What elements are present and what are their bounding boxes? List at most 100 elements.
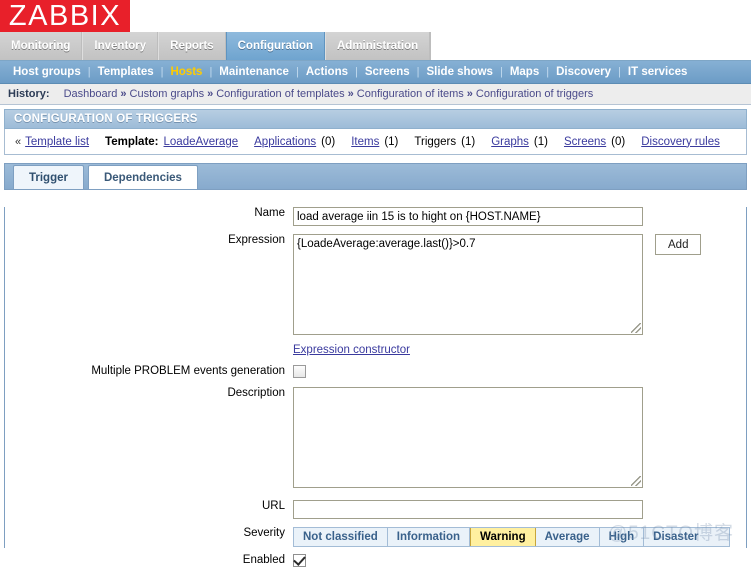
breadcrumb-separator: » — [120, 88, 127, 100]
template-label: Template: — [105, 135, 159, 148]
add-expression-button[interactable]: Add — [655, 234, 702, 255]
menu-item-label: Reports — [170, 40, 214, 52]
severity-option-warning[interactable]: Warning — [470, 528, 536, 546]
severity-option-not-classified[interactable]: Not classified — [294, 528, 388, 546]
main-menu: Monitoring Inventory Reports Configurati… — [0, 32, 751, 61]
breadcrumb-custom-graphs[interactable]: Custom graphs — [130, 88, 205, 100]
severity-option-disaster[interactable]: Disaster — [644, 528, 708, 546]
submenu-item-actions[interactable]: Actions — [300, 66, 354, 78]
back-arrow-icon: « — [15, 135, 22, 148]
submenu-item-host-groups[interactable]: Host groups — [7, 66, 87, 78]
description-textarea[interactable] — [293, 387, 643, 488]
object-count-applications: (0) — [321, 135, 336, 148]
history-label: History: — [8, 88, 50, 100]
severity-label-text: Not classified — [303, 531, 378, 543]
breadcrumb-configuration-of-triggers[interactable]: Configuration of triggers — [476, 88, 593, 100]
submenu-item-slide-shows[interactable]: Slide shows — [420, 66, 498, 78]
logo-bar: ZABBIX — [0, 0, 751, 32]
object-count-items: (1) — [384, 135, 399, 148]
severity-label-text: Warning — [480, 531, 526, 543]
submenu-item-discovery[interactable]: Discovery — [550, 66, 617, 78]
menu-item-administration[interactable]: Administration — [325, 32, 431, 60]
history-breadcrumb: History: Dashboard » Custom graphs » Con… — [0, 84, 751, 105]
form-row-url: URL — [5, 500, 746, 519]
breadcrumb-dashboard[interactable]: Dashboard — [64, 88, 118, 100]
submenu-item-hosts[interactable]: Hosts — [164, 66, 208, 78]
menu-item-reports[interactable]: Reports — [158, 32, 226, 60]
url-field-wrap — [293, 500, 746, 519]
breadcrumb-configuration-of-items[interactable]: Configuration of items — [357, 88, 464, 100]
url-input[interactable] — [293, 500, 643, 519]
breadcrumb-configuration-of-templates[interactable]: Configuration of templates — [216, 88, 344, 100]
url-label: URL — [261, 500, 285, 512]
tab-label: Dependencies — [103, 171, 182, 184]
severity-label-text: Disaster — [653, 531, 699, 543]
form-row-expression-constructor: Expression constructor — [5, 344, 746, 356]
name-label: Name — [254, 207, 285, 219]
template-name-link[interactable]: LoadeAverage — [164, 136, 239, 148]
severity-label: Severity — [243, 527, 285, 539]
form-row-expression: Expression {LoadeAverage:average.last()}… — [5, 234, 746, 338]
tab-label: Trigger — [29, 171, 68, 184]
severity-label-text: Information — [396, 531, 461, 543]
multiple-problem-checkbox[interactable] — [293, 365, 306, 378]
severity-field-wrap: Not classified Information Warning Avera… — [293, 527, 746, 547]
submenu-item-it-services[interactable]: IT services — [622, 66, 693, 78]
name-input[interactable] — [293, 207, 643, 226]
object-link-applications[interactable]: Applications — [254, 136, 316, 148]
submenu-item-templates[interactable]: Templates — [92, 66, 160, 78]
expression-field-wrap: {LoadeAverage:average.last()}>0.7 Add — [293, 234, 746, 338]
severity-option-information[interactable]: Information — [387, 528, 471, 546]
breadcrumb-separator: » — [207, 88, 214, 100]
tab-strip: Trigger Dependencies — [4, 163, 747, 190]
object-link-triggers-current: Triggers — [414, 135, 457, 148]
menu-item-label: Monitoring — [11, 40, 71, 52]
object-count-triggers: (1) — [461, 135, 476, 148]
submenu-item-screens[interactable]: Screens — [359, 66, 416, 78]
object-count-graphs: (1) — [533, 135, 548, 148]
multiple-problem-label: Multiple PROBLEM events generation — [91, 365, 285, 377]
description-label: Description — [227, 387, 285, 399]
submenu-item-maps[interactable]: Maps — [504, 66, 545, 78]
severity-label-text: Average — [544, 531, 590, 543]
object-count-screens: (0) — [611, 135, 626, 148]
zabbix-logo[interactable]: ZABBIX — [0, 0, 130, 32]
template-list-link[interactable]: Template list — [25, 136, 89, 148]
menu-item-configuration[interactable]: Configuration — [225, 32, 325, 60]
sub-menu: Host groups | Templates | Hosts | Mainte… — [0, 61, 751, 84]
expression-constructor-wrap: Expression constructor — [293, 344, 746, 356]
enabled-field-wrap — [293, 554, 746, 567]
expression-constructor-link[interactable]: Expression constructor — [293, 344, 410, 356]
menu-item-monitoring[interactable]: Monitoring — [0, 32, 83, 60]
description-field-wrap — [293, 387, 746, 491]
enabled-checkbox[interactable] — [293, 554, 306, 567]
object-nav: « Template list Template: LoadeAverage A… — [4, 129, 747, 155]
menu-filler — [430, 32, 751, 60]
multiple-problem-field-wrap — [293, 365, 746, 378]
form-row-multiple-problem: Multiple PROBLEM events generation — [5, 365, 746, 378]
expression-textarea[interactable]: {LoadeAverage:average.last()}>0.7 — [293, 234, 643, 335]
severity-option-average[interactable]: Average — [535, 528, 600, 546]
menu-item-inventory[interactable]: Inventory — [82, 32, 159, 60]
logo-text: ZABBIX — [8, 0, 122, 32]
tab-dependencies[interactable]: Dependencies — [87, 165, 198, 189]
form-row-description: Description — [5, 387, 746, 491]
submenu-item-maintenance[interactable]: Maintenance — [213, 66, 295, 78]
breadcrumb-separator: » — [347, 88, 354, 100]
object-link-screens[interactable]: Screens — [564, 136, 606, 148]
severity-button-group: Not classified Information Warning Avera… — [293, 527, 730, 547]
object-link-discovery-rules[interactable]: Discovery rules — [641, 136, 720, 148]
trigger-form: Name Expression {LoadeAverage:average.la… — [4, 207, 747, 567]
enabled-label: Enabled — [242, 554, 285, 566]
object-link-items[interactable]: Items — [351, 136, 379, 148]
tab-trigger[interactable]: Trigger — [13, 165, 84, 189]
expression-label: Expression — [228, 234, 285, 246]
breadcrumb-separator: » — [466, 88, 473, 100]
form-row-severity: Severity Not classified Information Warn… — [5, 527, 746, 547]
object-link-graphs[interactable]: Graphs — [491, 136, 529, 148]
page-title-bar: CONFIGURATION OF TRIGGERS — [4, 109, 747, 129]
severity-option-high[interactable]: High — [599, 528, 645, 546]
menu-item-label: Administration — [337, 40, 419, 52]
name-field-wrap — [293, 207, 746, 226]
severity-label-text: High — [608, 531, 635, 543]
